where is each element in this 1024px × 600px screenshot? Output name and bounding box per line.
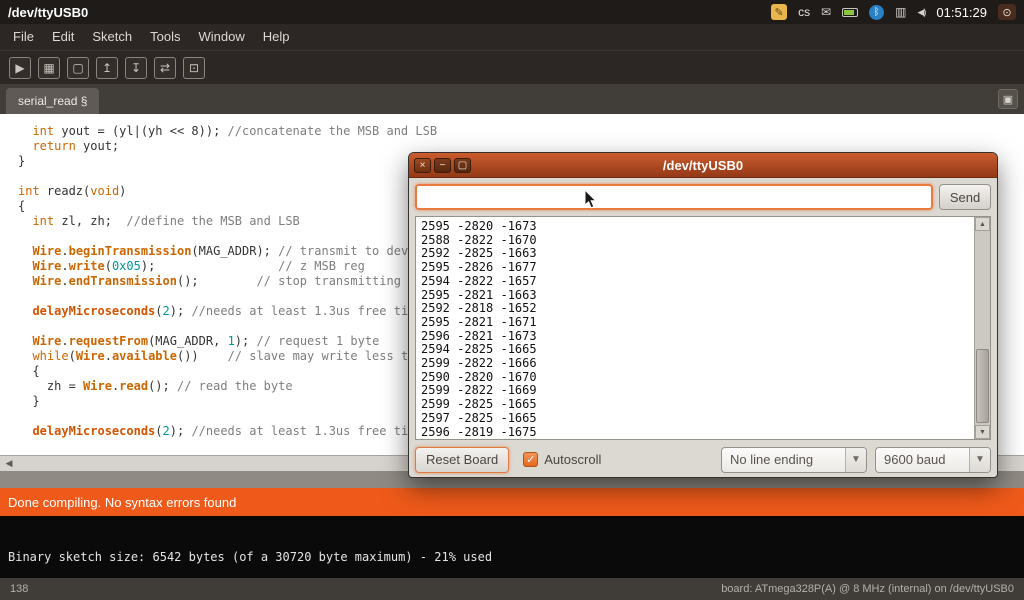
tab-serial-read[interactable]: serial_read §: [6, 88, 99, 114]
serial-line: 2597 -2825 -1665: [421, 412, 970, 426]
serial-output-lines: 2595 -2820 -16732588 -2822 -16702592 -28…: [421, 220, 970, 439]
serial-line: 2590 -2820 -1670: [421, 371, 970, 385]
menu-item-sketch[interactable]: Sketch: [83, 24, 141, 50]
serial-monitor-body: Send 2595 -2820 -16732588 -2822 -1670259…: [409, 178, 997, 479]
send-button[interactable]: Send: [939, 184, 991, 210]
board-info: board: ATmega328P(A) @ 8 MHz (internal) …: [721, 583, 1014, 595]
serial-line: 2594 -2822 -1657: [421, 275, 970, 289]
line-ending-value: No line ending: [722, 452, 821, 467]
autoscroll-label: Autoscroll: [544, 452, 601, 467]
keyboard-layout-indicator[interactable]: cs: [798, 5, 810, 19]
menu-item-tools[interactable]: Tools: [141, 24, 189, 50]
mail-icon[interactable]: ✉: [821, 5, 831, 19]
stop-button[interactable]: ▦: [38, 57, 60, 79]
bluetooth-icon[interactable]: ᛒ: [869, 5, 884, 20]
minimize-icon[interactable]: −: [434, 158, 451, 173]
menu-item-window[interactable]: Window: [189, 24, 253, 50]
serial-line: 2596 -2819 -1675: [421, 426, 970, 440]
menu-item-edit[interactable]: Edit: [43, 24, 83, 50]
serial-line: 2599 -2822 -1666: [421, 357, 970, 371]
top-panel: /dev/ttyUSB0 ✎ cs ✉ ᛒ ▥ ◀) 01:51:29 ⊙: [0, 0, 1024, 24]
menu-bar: FileEditSketchToolsWindowHelp: [0, 24, 1024, 50]
reset-board-button[interactable]: Reset Board: [415, 447, 509, 473]
window-controls: × − ▢: [414, 158, 471, 173]
maximize-icon[interactable]: ▢: [454, 158, 471, 173]
serial-input-row: Send: [415, 184, 991, 210]
scroll-left-icon[interactable]: ◀: [2, 458, 16, 469]
window-title: /dev/ttyUSB0: [8, 5, 88, 20]
desktop: /dev/ttyUSB0 ✎ cs ✉ ᛒ ▥ ◀) 01:51:29 ⊙ Fi…: [0, 0, 1024, 600]
serial-output-scrollbar[interactable]: ▲ ▼: [974, 217, 990, 439]
baud-select[interactable]: 9600 baud ▼: [875, 447, 991, 473]
serial-line: 2592 -2818 -1652: [421, 302, 970, 316]
status-bar: Done compiling. No syntax errors found: [0, 488, 1024, 516]
console-text: Binary sketch size: 6542 bytes (of a 307…: [8, 550, 1016, 564]
serial-line: 2595 -2821 -1671: [421, 316, 970, 330]
serial-line: 2595 -2826 -1677: [421, 261, 970, 275]
clock[interactable]: 01:51:29: [936, 5, 987, 20]
toolbar: ▶ ▦ ▢ ↥ ↧ ⇄ ⊡: [0, 50, 1024, 84]
baud-value: 9600 baud: [876, 452, 953, 467]
serial-line: 2599 -2822 -1669: [421, 384, 970, 398]
serial-monitor-titlebar[interactable]: × − ▢ /dev/ttyUSB0: [409, 153, 997, 178]
scroll-up-icon[interactable]: ▲: [975, 217, 990, 231]
serial-line: 2596 -2821 -1673: [421, 330, 970, 344]
serial-line: 2592 -2825 -1663: [421, 247, 970, 261]
scroll-down-icon[interactable]: ▼: [975, 425, 990, 439]
serial-line: 2595 -2821 -1663: [421, 289, 970, 303]
close-icon[interactable]: ×: [414, 158, 431, 173]
new-sketch-button[interactable]: ▢: [67, 57, 89, 79]
mouse-cursor: [584, 190, 599, 211]
serial-line: 2599 -2825 -1665: [421, 398, 970, 412]
tab-strip: serial_read § ▣: [0, 84, 1024, 114]
notes-icon[interactable]: ✎: [771, 4, 787, 20]
tab-menu-icon[interactable]: ▣: [998, 89, 1018, 109]
verify-button[interactable]: ▶: [9, 57, 31, 79]
battery-level: [844, 10, 854, 15]
chevron-down-icon: ▼: [969, 448, 990, 472]
line-number: 138: [10, 583, 28, 595]
code-line: int yout = (yl|(yh << 8)); //concatenate…: [18, 124, 1024, 139]
open-button[interactable]: ↥: [96, 57, 118, 79]
battery-icon[interactable]: [842, 8, 858, 17]
serial-monitor-window: × − ▢ /dev/ttyUSB0 Send 2595 -2820 -1673…: [408, 152, 998, 478]
line-ending-select[interactable]: No line ending ▼: [721, 447, 867, 473]
autoscroll-checkbox[interactable]: ✓: [523, 452, 538, 467]
session-menu-icon[interactable]: ⊙: [998, 4, 1016, 20]
export-button[interactable]: ⊡: [183, 57, 205, 79]
menu-item-help[interactable]: Help: [254, 24, 299, 50]
system-tray: ✎ cs ✉ ᛒ ▥ ◀) 01:51:29 ⊙: [771, 4, 1016, 20]
chevron-down-icon: ▼: [845, 448, 866, 472]
scrollbar-thumb[interactable]: [976, 349, 989, 423]
volume-icon[interactable]: ◀): [917, 7, 925, 18]
serial-line: 2588 -2822 -1670: [421, 234, 970, 248]
network-icon[interactable]: ▥: [895, 5, 906, 19]
serial-output[interactable]: 2595 -2820 -16732588 -2822 -16702592 -28…: [415, 216, 991, 440]
serial-monitor-controls: Reset Board ✓ Autoscroll No line ending …: [415, 446, 991, 473]
footer-bar: 138 board: ATmega328P(A) @ 8 MHz (intern…: [0, 578, 1024, 600]
console-output: Binary sketch size: 6542 bytes (of a 307…: [0, 516, 1024, 578]
save-button[interactable]: ↧: [125, 57, 147, 79]
menu-item-file[interactable]: File: [4, 24, 43, 50]
status-message: Done compiling. No syntax errors found: [8, 495, 236, 510]
serial-line: 2595 -2820 -1673: [421, 220, 970, 234]
serial-line: 2594 -2825 -1665: [421, 343, 970, 357]
serial-monitor-title: /dev/ttyUSB0: [409, 158, 997, 173]
serial-input[interactable]: [415, 184, 933, 210]
copy-button[interactable]: ⇄: [154, 57, 176, 79]
